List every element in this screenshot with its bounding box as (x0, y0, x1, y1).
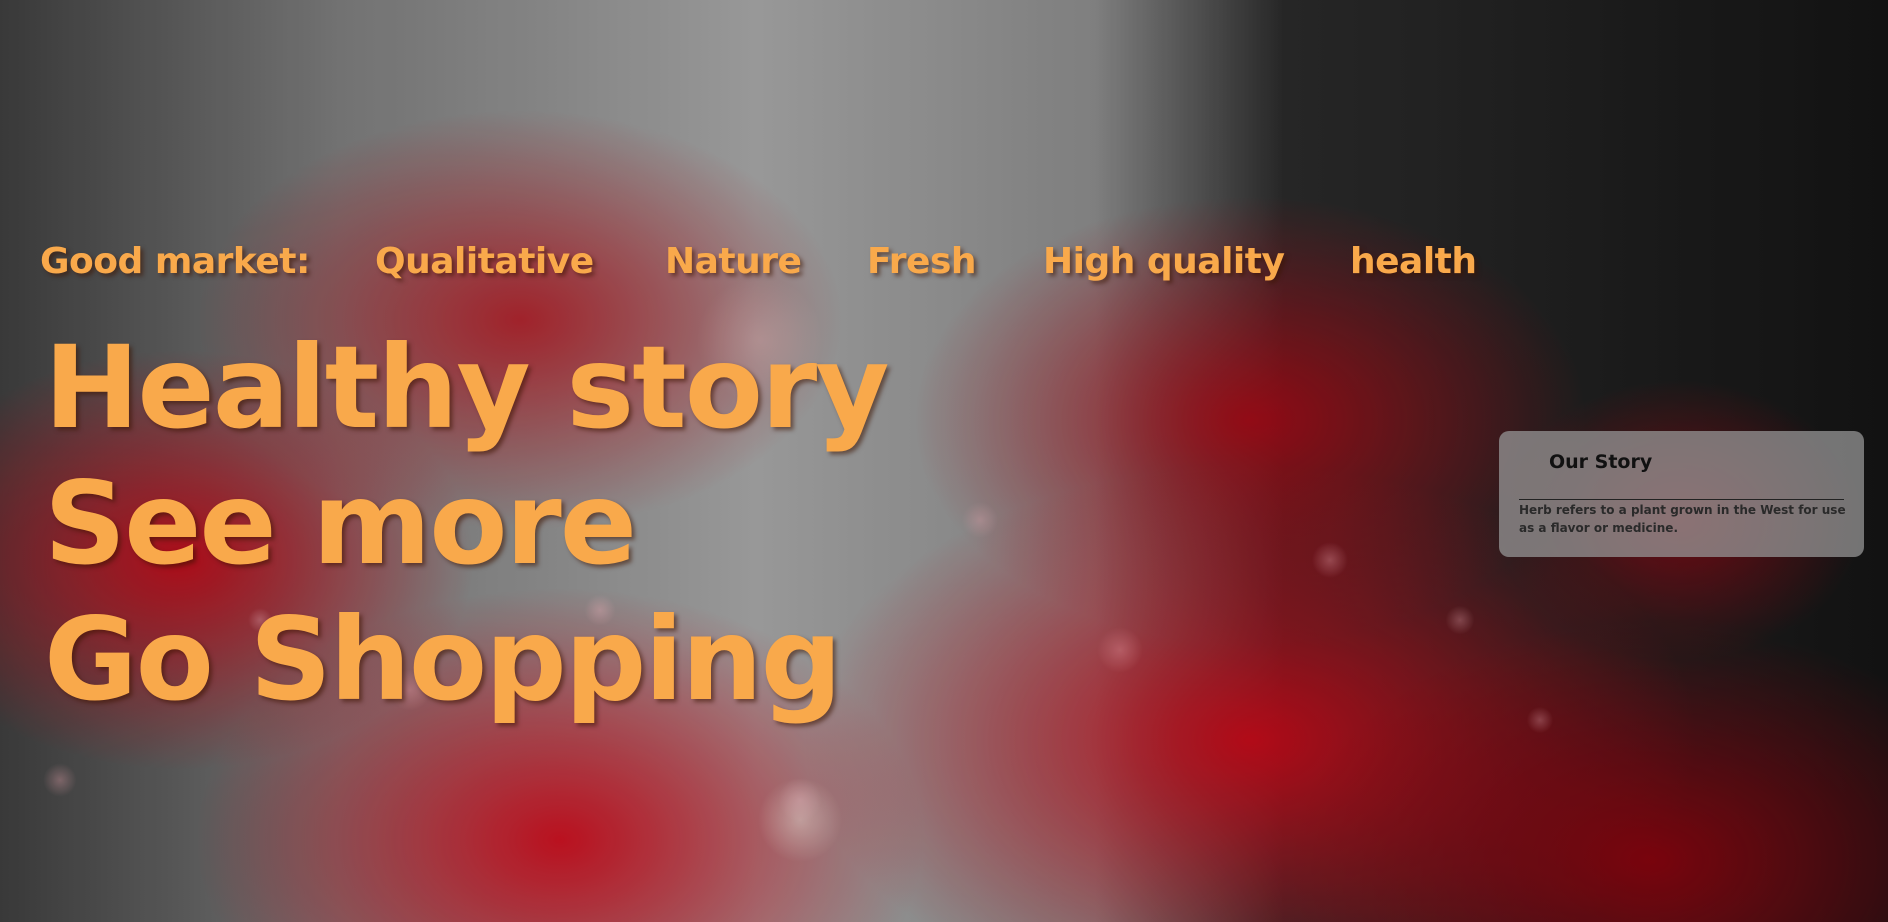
story-card-divider (1519, 499, 1844, 500)
hero-section: Good market: Qualitative Nature Fresh Hi… (0, 0, 1888, 922)
headline-see-more[interactable]: See more (44, 456, 888, 592)
headline-healthy-story[interactable]: Healthy story (44, 320, 890, 456)
nav-item-qualitative[interactable]: Qualitative (375, 236, 594, 288)
hero-headlines: Healthy story See more Go Shopping (44, 320, 890, 728)
nav-item-fresh[interactable]: Fresh (867, 236, 977, 288)
headline-go-shopping[interactable]: Go Shopping (44, 592, 888, 728)
top-navigation: Good market: Qualitative Nature Fresh Hi… (40, 236, 1500, 288)
nav-item-good-market[interactable]: Good market: (40, 236, 310, 288)
nav-item-high-quality[interactable]: High quality (1043, 236, 1285, 288)
nav-item-health[interactable]: health (1350, 236, 1477, 288)
story-card-title: Our Story (1549, 451, 1653, 473)
story-card-body: Herb refers to a plant grown in the West… (1519, 503, 1846, 535)
nav-item-nature[interactable]: Nature (665, 236, 802, 288)
our-story-card: Our Story Herb refers to a plant grown i… (1499, 431, 1864, 557)
